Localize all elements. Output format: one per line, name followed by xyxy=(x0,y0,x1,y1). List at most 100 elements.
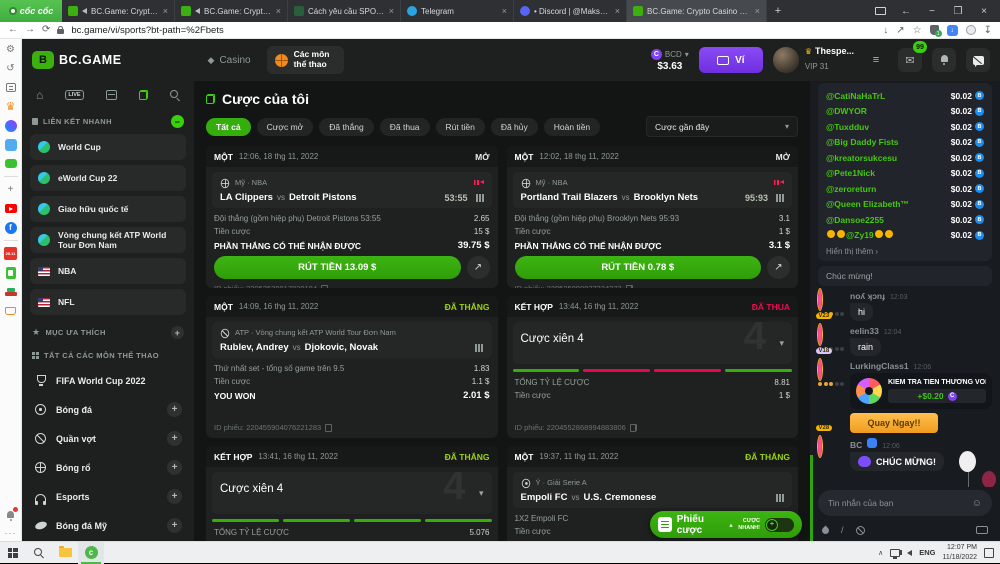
match-panel[interactable]: Mỹ · NBALA ClippersvsDetroit Pistons53:5… xyxy=(212,172,492,208)
volume-icon[interactable] xyxy=(907,550,912,556)
facebook-icon[interactable]: f xyxy=(4,221,17,234)
sidebar-quicklink[interactable]: Vòng chung kết ATP World Tour Đơn Nam xyxy=(30,227,186,253)
sort-dropdown[interactable]: Cược gần đây ▾ xyxy=(646,116,798,137)
sidebar-sport-trophy[interactable]: FIFA World Cup 2022 xyxy=(30,366,186,395)
notification-bell-icon[interactable] xyxy=(4,509,17,522)
match-row[interactable]: Empoli FCvsU.S. Cremonese xyxy=(521,492,785,503)
filter-chip[interactable]: Đã hủy xyxy=(491,118,538,136)
chat-username[interactable]: noʎ ʞɔnɟ xyxy=(850,291,885,301)
nav-casino[interactable]: ◆ Casino xyxy=(208,55,251,66)
browser-tab[interactable]: BC.Game: Crypto Casino× xyxy=(175,0,288,22)
youtube-icon[interactable] xyxy=(4,202,17,215)
calendar-icon[interactable] xyxy=(106,90,117,100)
history-icon[interactable]: ↺ xyxy=(4,62,17,75)
chat-username[interactable]: BC xyxy=(850,440,862,450)
tab-restore-icon[interactable]: ← xyxy=(894,0,918,22)
sidebar-sport-soccer[interactable]: Bóng đá+ xyxy=(30,395,186,424)
browser-tab[interactable]: BC.Game: Crypto Casino Gam× xyxy=(627,0,767,22)
coccoc-browser-logo[interactable]: cốc cốc xyxy=(0,0,62,22)
blocked-users-icon[interactable] xyxy=(856,526,865,535)
share-bet-icon[interactable]: ↗ xyxy=(767,256,790,279)
avatar[interactable] xyxy=(818,289,822,310)
combo-panel[interactable]: Cược xiên 44▾ xyxy=(212,472,492,514)
expand-plus-icon[interactable]: + xyxy=(167,489,182,504)
match-row[interactable]: LA ClippersvsDetroit Pistons53:55 xyxy=(220,192,484,203)
tip-username[interactable]: @Big Daddy Fists xyxy=(826,137,899,147)
filter-chip[interactable]: Đã thua xyxy=(380,118,430,136)
expand-plus-icon[interactable]: + xyxy=(167,402,182,417)
sidebar-sport-basketball[interactable]: Bóng rổ+ xyxy=(30,453,186,482)
sidebar-quicklink[interactable]: Giao hữu quốc tế xyxy=(30,196,186,222)
betslip-button[interactable]: Phiếu cược ▴ CƯỢC NHANH! + xyxy=(650,511,802,538)
rain-tip-icon[interactable] xyxy=(821,525,831,535)
extension-download-icon[interactable]: ↓ xyxy=(947,25,958,36)
spin-bonus-card[interactable]: KIỂM TRA TIỀN THƯỞNG VÒNG QU+$0.20C xyxy=(850,373,992,409)
browser-tab[interactable]: Telegram× xyxy=(401,0,514,22)
show-more-link[interactable]: Hiển thị thêm › xyxy=(826,243,984,256)
tip-username[interactable]: @Tuxdduv xyxy=(826,122,869,132)
bet-list-icon[interactable]: ≡ xyxy=(864,48,888,72)
avatar[interactable] xyxy=(818,324,822,345)
copy-icon[interactable] xyxy=(321,285,328,289)
emoji-icon[interactable]: ☺ xyxy=(972,498,982,509)
sidebar-quicklink[interactable]: World Cup xyxy=(30,134,186,160)
bcgame-logo[interactable]: B BC.GAME xyxy=(32,51,122,69)
tip-username[interactable]: @Dansoe2255 xyxy=(826,215,884,225)
downloads-tray-icon[interactable]: ↧ xyxy=(984,25,992,36)
expand-plus-icon[interactable]: + xyxy=(167,431,182,446)
sidebar-sport-esports[interactable]: Esports+ xyxy=(30,482,186,511)
my-bets-icon[interactable] xyxy=(139,90,148,100)
copy-icon[interactable] xyxy=(325,424,332,432)
forward-icon[interactable]: → xyxy=(25,25,35,35)
tip-username[interactable]: @Pete1Nick xyxy=(826,168,875,178)
download-icon[interactable]: ↓ xyxy=(883,25,888,36)
commands-icon[interactable]: / xyxy=(841,525,844,535)
sidebar-sport-tennis[interactable]: Quần vợt+ xyxy=(30,424,186,453)
expand-plus-icon[interactable]: + xyxy=(167,518,182,533)
shop-cart-icon[interactable] xyxy=(4,304,17,317)
user-profile[interactable]: ♛Thespe... VIP 31 xyxy=(773,46,854,74)
coccoc-taskbar-icon[interactable]: c xyxy=(78,542,104,564)
graduation-icon[interactable] xyxy=(4,285,17,298)
tip-username[interactable]: @Queen Elizabeth™ xyxy=(826,199,909,209)
sidebar-sport-football[interactable]: Bóng đá Mỹ+ xyxy=(30,511,186,540)
chat-input[interactable]: Tin nhắn của bạn ☺ xyxy=(818,490,992,516)
match-panel[interactable]: Mỹ · NBAPortland Trail BlazersvsBrooklyn… xyxy=(513,172,793,208)
match-panel[interactable]: Ý · Giải Serie AEmpoli FCvsU.S. Cremones… xyxy=(513,472,793,508)
sidebar-quicklink[interactable]: NBA xyxy=(30,258,186,284)
chat-username[interactable]: LurkingClass1 xyxy=(850,361,909,371)
browser-tab[interactable]: • Discord | @Maksypro× xyxy=(514,0,627,22)
twitter-icon[interactable] xyxy=(4,138,17,151)
reload-icon[interactable]: ⟳ xyxy=(42,25,50,35)
combo-panel[interactable]: Cược xiên 44▾ xyxy=(513,322,793,364)
keyboard-icon[interactable] xyxy=(976,526,988,534)
tray-expand-icon[interactable]: ∧ xyxy=(878,549,883,557)
cast-icon[interactable] xyxy=(868,0,892,22)
tab-close-icon[interactable]: × xyxy=(755,6,760,16)
tab-close-icon[interactable]: × xyxy=(615,6,620,16)
notifications-bell-icon[interactable] xyxy=(932,48,956,72)
tab-close-icon[interactable]: × xyxy=(276,6,281,16)
tip-username[interactable]: @CatiNaHaTrL xyxy=(826,91,885,101)
filter-chip[interactable]: Cược mở xyxy=(257,118,314,136)
messenger-icon[interactable] xyxy=(4,119,17,132)
profile-icon[interactable] xyxy=(966,25,976,35)
tab-close-icon[interactable]: × xyxy=(389,6,394,16)
home-icon[interactable]: ⌂ xyxy=(36,89,43,101)
tip-username[interactable]: @Zy19 xyxy=(826,230,894,240)
back-icon[interactable]: ← xyxy=(8,25,18,35)
new-tab-button[interactable]: + xyxy=(767,5,789,17)
browser-tab[interactable]: BC.Game: Crypto Casino× xyxy=(62,0,175,22)
spin-now-button[interactable]: Quay Ngay!! xyxy=(850,413,938,433)
bookmark-star-icon[interactable]: ☆ xyxy=(913,25,922,36)
match-row[interactable]: Rublev, AndreyvsDjokovic, Novak xyxy=(220,342,484,353)
chevron-down-icon[interactable]: ▾ xyxy=(479,488,484,499)
copy-icon[interactable] xyxy=(626,285,633,289)
close-button[interactable]: × xyxy=(972,0,996,22)
inbox-icon[interactable]: ✉99 xyxy=(898,48,922,72)
cashout-button[interactable]: RÚT TIỀN 13.09 $ xyxy=(214,256,461,279)
more-icon[interactable]: ··· xyxy=(5,528,17,538)
reading-list-icon[interactable] xyxy=(4,81,17,94)
tip-username[interactable]: @zeroreturn xyxy=(826,184,876,194)
filter-chip[interactable]: Tất cả xyxy=(206,118,251,136)
